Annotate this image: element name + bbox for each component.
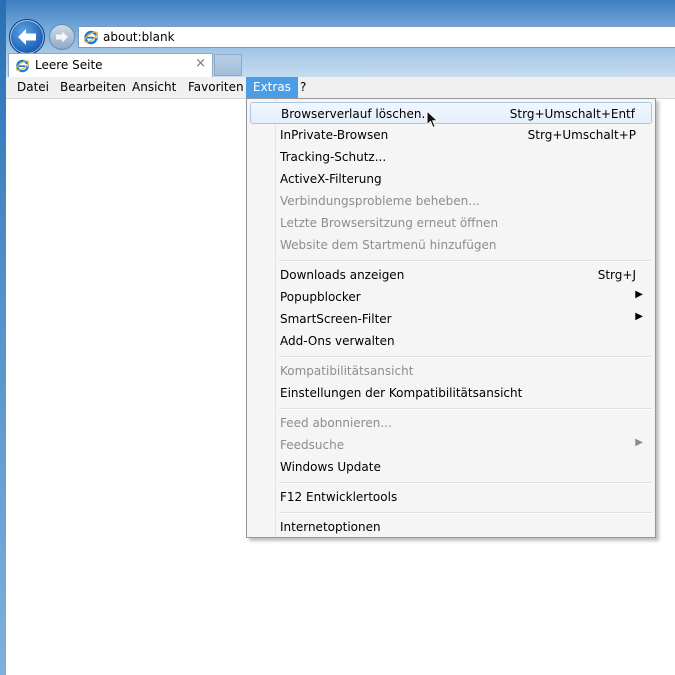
menu-item-label: Kompatibilitätsansicht bbox=[280, 364, 414, 378]
menu-bearbeiten[interactable]: Bearbeiten bbox=[53, 77, 133, 98]
menu-item-feed-abonnieren: Feed abonnieren... bbox=[250, 412, 652, 434]
tab-label: Leere Seite bbox=[35, 58, 103, 72]
menu-item-verbindungsprobleme: Verbindungsprobleme beheben... bbox=[250, 190, 652, 212]
menu-item-label: Website dem Startmenü hinzufügen bbox=[280, 238, 497, 252]
menu-item-label: Downloads anzeigen bbox=[280, 268, 405, 282]
menu-item-label: Feed abonnieren... bbox=[280, 416, 392, 430]
menu-bar: Datei Bearbeiten Ansicht Favoriten Extra… bbox=[6, 77, 675, 99]
menu-item-kompatibilitaetsansicht: Kompatibilitätsansicht bbox=[250, 360, 652, 382]
menu-item-windows-update[interactable]: Windows Update bbox=[250, 456, 652, 478]
menu-datei[interactable]: Datei bbox=[10, 77, 56, 98]
menu-item-label: Verbindungsprobleme beheben... bbox=[280, 194, 480, 208]
menu-item-kompatibilitaet-einstellungen[interactable]: Einstellungen der Kompatibilitätsansicht bbox=[250, 382, 652, 404]
address-text[interactable]: about:blank bbox=[103, 30, 175, 44]
menu-item-feedsuche: Feedsuche ▶ bbox=[250, 434, 652, 456]
tab-leere-seite[interactable]: Leere Seite × bbox=[8, 53, 213, 77]
extras-dropdown-menu: Browserverlauf löschen... Strg+Umschalt+… bbox=[246, 98, 656, 538]
address-bar[interactable]: about:blank bbox=[78, 26, 675, 48]
submenu-arrow-icon: ▶ bbox=[635, 289, 643, 300]
menu-separator bbox=[279, 512, 651, 514]
internet-explorer-icon bbox=[84, 30, 98, 45]
back-button[interactable] bbox=[9, 19, 45, 55]
new-tab-button[interactable] bbox=[214, 54, 242, 76]
tab-row: Leere Seite × bbox=[6, 53, 675, 77]
menu-item-label: Feedsuche bbox=[280, 438, 345, 452]
menu-item-addons-verwalten[interactable]: Add-Ons verwalten bbox=[250, 330, 652, 352]
menu-item-smartscreen-filter[interactable]: SmartScreen-Filter ▶ bbox=[250, 308, 652, 330]
menu-item-label: Letzte Browsersitzung erneut öffnen bbox=[280, 216, 499, 230]
menu-item-tracking-schutz[interactable]: Tracking-Schutz... bbox=[250, 146, 652, 168]
submenu-arrow-icon: ▶ bbox=[635, 437, 643, 448]
internet-explorer-icon bbox=[15, 59, 30, 73]
menu-item-startmenu-hinzufuegen: Website dem Startmenü hinzufügen bbox=[250, 234, 652, 256]
menu-item-label: Add-Ons verwalten bbox=[280, 334, 395, 348]
menu-item-label: F12 Entwicklertools bbox=[280, 490, 398, 504]
menu-item-label: Browserverlauf löschen... bbox=[281, 107, 433, 121]
menu-item-browserverlauf-loeschen[interactable]: Browserverlauf löschen... Strg+Umschalt+… bbox=[250, 102, 652, 124]
menu-separator bbox=[279, 408, 651, 410]
menu-item-label: Tracking-Schutz... bbox=[280, 150, 387, 164]
close-tab-icon[interactable]: × bbox=[195, 56, 206, 71]
menu-item-label: InPrivate-Browsen bbox=[280, 128, 389, 142]
menu-item-popupblocker[interactable]: Popupblocker ▶ bbox=[250, 286, 652, 308]
menu-item-shortcut: Strg+Umschalt+P bbox=[527, 128, 636, 142]
menu-item-label: Windows Update bbox=[280, 460, 381, 474]
forward-button[interactable] bbox=[49, 24, 75, 50]
menu-item-label: Einstellungen der Kompatibilitätsansicht bbox=[280, 386, 523, 400]
menu-item-label: Popupblocker bbox=[280, 290, 361, 304]
forward-arrow-icon bbox=[56, 31, 68, 43]
back-arrow-icon bbox=[18, 29, 36, 45]
menu-item-shortcut: Strg+J bbox=[597, 268, 636, 282]
menu-item-label: Internetoptionen bbox=[280, 520, 381, 534]
menu-help[interactable]: ? bbox=[293, 77, 313, 98]
menu-ansicht[interactable]: Ansicht bbox=[125, 77, 183, 98]
menu-extras[interactable]: Extras bbox=[246, 77, 298, 98]
menu-item-label: ActiveX-Filterung bbox=[280, 172, 382, 186]
menu-item-internetoptionen[interactable]: Internetoptionen bbox=[250, 516, 652, 538]
menu-item-letzte-sitzung: Letzte Browsersitzung erneut öffnen bbox=[250, 212, 652, 234]
menu-separator bbox=[279, 260, 651, 262]
submenu-arrow-icon: ▶ bbox=[635, 311, 643, 322]
menu-separator bbox=[279, 482, 651, 484]
menu-item-f12-entwicklertools[interactable]: F12 Entwicklertools bbox=[250, 486, 652, 508]
menu-item-activex-filterung[interactable]: ActiveX-Filterung bbox=[250, 168, 652, 190]
menu-item-label: SmartScreen-Filter bbox=[280, 312, 392, 326]
menu-separator bbox=[279, 356, 651, 358]
menu-item-inprivate-browsen[interactable]: InPrivate-Browsen Strg+Umschalt+P bbox=[250, 124, 652, 146]
menu-favoriten[interactable]: Favoriten bbox=[181, 77, 251, 98]
menu-item-downloads-anzeigen[interactable]: Downloads anzeigen Strg+J bbox=[250, 264, 652, 286]
menu-item-shortcut: Strg+Umschalt+Entf bbox=[509, 107, 635, 121]
mouse-pointer-icon bbox=[426, 110, 439, 129]
